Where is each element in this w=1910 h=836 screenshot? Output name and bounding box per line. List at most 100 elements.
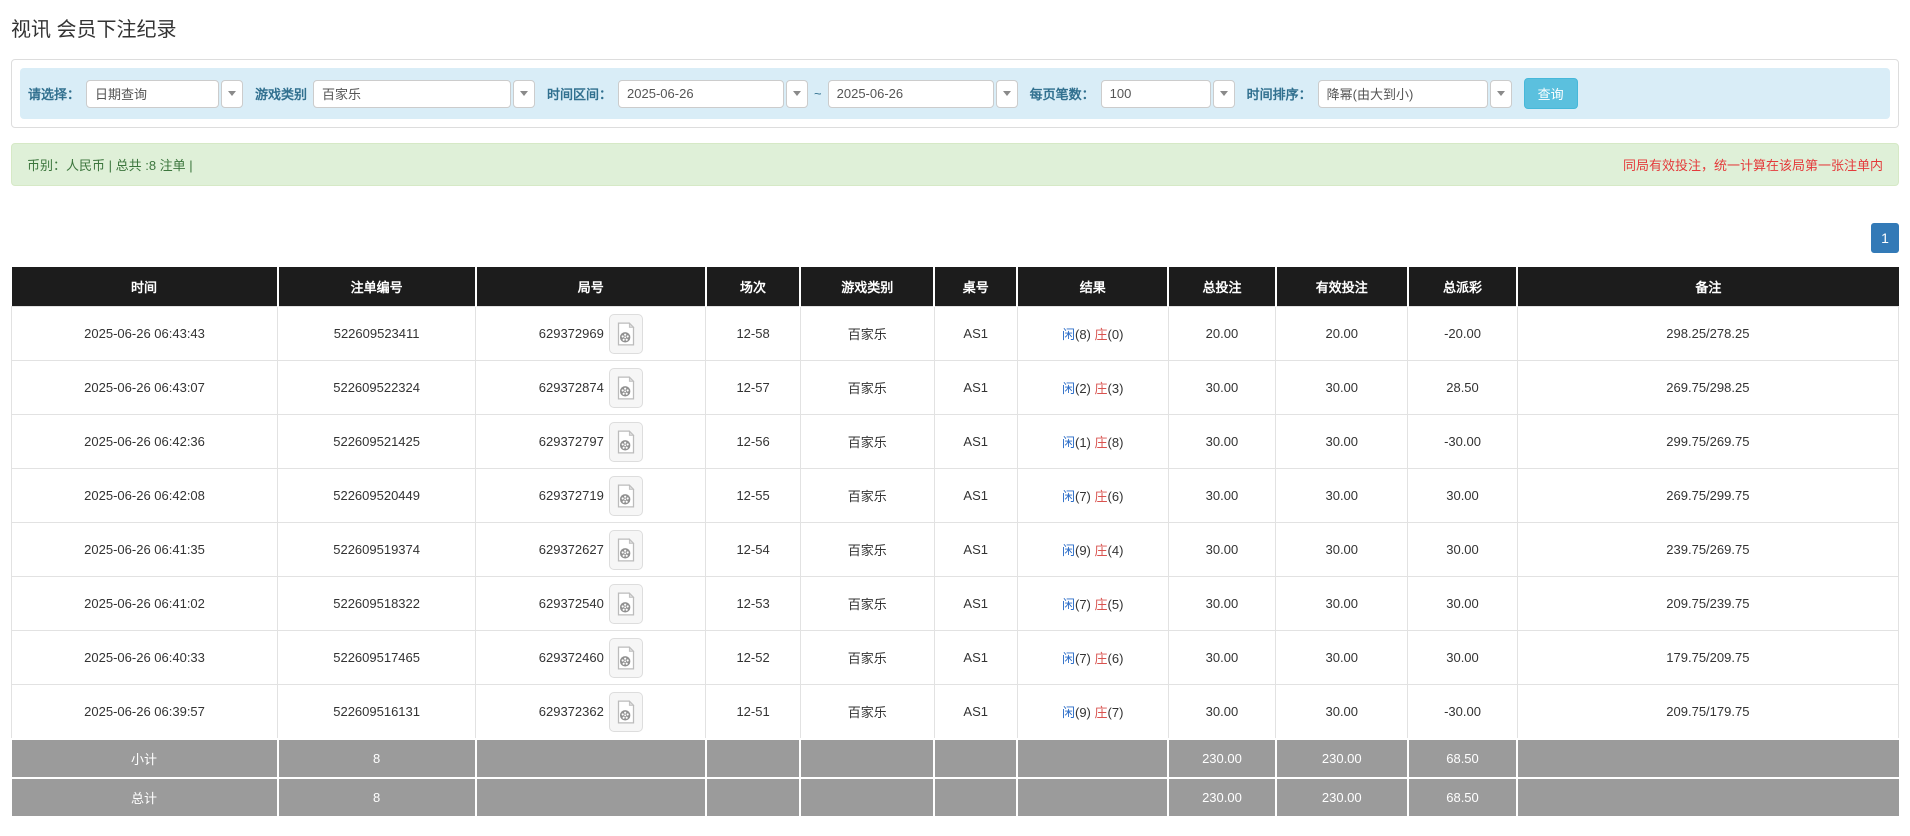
banker-result-label: 庄 [1094, 381, 1108, 396]
date-range-separator: ~ [814, 86, 822, 101]
query-type-select[interactable] [86, 79, 244, 108]
chevron-down-icon [1219, 91, 1228, 96]
chevron-down-icon [1496, 91, 1505, 96]
cell-bet-id: 522609522324 [277, 360, 477, 415]
player-result-value: (9) [1074, 705, 1091, 720]
cell-game-type: 百家乐 [799, 306, 935, 361]
chevron-down-icon [793, 91, 802, 96]
cell-total-bet[interactable]: 30.00 [1167, 630, 1277, 685]
date-to-caret-button[interactable] [995, 79, 1018, 108]
cell-bet-id: 522609516131 [277, 684, 477, 740]
query-type-input[interactable] [86, 79, 220, 108]
cell-time: 2025-06-26 06:39:57 [10, 684, 279, 740]
banker-result-value: (6) [1107, 489, 1124, 504]
table-row: 2025-06-26 06:41:02 522609518322 6293725… [10, 576, 1900, 631]
video-file-icon [617, 429, 635, 453]
cell-game-type: 百家乐 [799, 414, 935, 469]
date-from-caret-button[interactable] [786, 79, 809, 108]
cell-total-bet[interactable]: 30.00 [1167, 522, 1277, 577]
date-from-select[interactable] [618, 79, 809, 108]
cell-result: 闲(7) 庄(6) [1016, 630, 1169, 685]
video-replay-button[interactable] [608, 475, 643, 516]
subtotal-valid-bet: 230.00 [1274, 738, 1409, 779]
cell-session: 12-51 [705, 684, 801, 740]
banker-result-label: 庄 [1094, 651, 1108, 666]
video-file-icon [617, 591, 635, 615]
player-result-value: (2) [1074, 381, 1091, 396]
round-id-text: 629372797 [538, 434, 604, 449]
video-replay-button[interactable] [608, 637, 643, 678]
cell-total-bet[interactable]: 30.00 [1167, 414, 1277, 469]
banker-result-value: (0) [1107, 327, 1124, 342]
cell-total-payout: -30.00 [1407, 684, 1518, 740]
cell-table-no: AS1 [933, 360, 1018, 415]
player-result-value: (7) [1074, 489, 1091, 504]
video-file-icon [617, 699, 635, 723]
grand-total-label: 总计 [11, 777, 279, 818]
grand-total-count: 8 [276, 777, 477, 818]
cell-time: 2025-06-26 06:43:43 [10, 306, 279, 361]
player-result-value: (8) [1074, 327, 1091, 342]
game-type-caret-button[interactable] [513, 79, 536, 108]
video-replay-button[interactable] [608, 691, 643, 732]
video-file-icon [617, 321, 635, 345]
subtotal-row: 小计 8 230.00 230.00 68.50 [11, 738, 1899, 779]
pagination-page-1-button[interactable]: 1 [1871, 223, 1899, 253]
cell-total-payout: 30.00 [1407, 522, 1518, 577]
cell-round-id: 629372719 [475, 468, 707, 523]
video-replay-button[interactable] [608, 313, 643, 354]
table-row: 2025-06-26 06:39:57 522609516131 6293723… [10, 684, 1900, 740]
banker-result-value: (8) [1107, 435, 1124, 450]
cell-time: 2025-06-26 06:43:07 [10, 360, 279, 415]
grand-total-total-bet: 230.00 [1167, 777, 1277, 818]
page-size-input[interactable] [1100, 79, 1211, 108]
query-type-label: 请选择： [28, 87, 81, 102]
banker-result-label: 庄 [1094, 327, 1108, 342]
player-result-label: 闲 [1061, 705, 1075, 720]
cell-table-no: AS1 [933, 630, 1018, 685]
currency-summary-bar: 币别：人民币 | 总共 :8 注单 | 同局有效投注，统一计算在该局第一张注单内 [11, 143, 1899, 186]
page-size-caret-button[interactable] [1212, 79, 1235, 108]
video-replay-button[interactable] [608, 421, 643, 462]
round-id-text: 629372540 [538, 596, 604, 611]
cell-bet-id: 522609518322 [277, 576, 477, 631]
subtotal-label: 小计 [11, 738, 279, 779]
cell-time: 2025-06-26 06:40:33 [10, 630, 279, 685]
time-sort-input[interactable] [1317, 79, 1488, 108]
time-sort-select[interactable] [1317, 79, 1512, 108]
cell-table-no: AS1 [933, 576, 1018, 631]
time-sort-caret-button[interactable] [1489, 79, 1512, 108]
game-type-select[interactable] [313, 79, 536, 108]
round-id-text: 629372969 [538, 326, 604, 341]
cell-total-bet[interactable]: 20.00 [1167, 306, 1277, 361]
cell-result: 闲(8) 庄(0) [1016, 306, 1169, 361]
game-type-input[interactable] [313, 79, 512, 108]
round-id-text: 629372460 [538, 650, 604, 665]
search-button[interactable]: 查询 [1523, 78, 1578, 109]
table-row: 2025-06-26 06:40:33 522609517465 6293724… [10, 630, 1900, 685]
page-size-select[interactable] [1100, 79, 1235, 108]
grand-total-row: 总计 8 230.00 230.00 68.50 [11, 777, 1899, 818]
video-replay-button[interactable] [608, 367, 643, 408]
query-type-caret-button[interactable] [221, 79, 244, 108]
date-to-input[interactable] [827, 79, 994, 108]
cell-total-bet[interactable]: 30.00 [1167, 576, 1277, 631]
cell-valid-bet: 30.00 [1275, 360, 1409, 415]
cell-total-bet[interactable]: 30.00 [1167, 684, 1277, 740]
cell-time: 2025-06-26 06:42:36 [10, 414, 279, 469]
player-result-value: (9) [1074, 543, 1091, 558]
cell-total-bet[interactable]: 30.00 [1167, 468, 1277, 523]
video-replay-button[interactable] [608, 583, 643, 624]
video-replay-button[interactable] [608, 529, 643, 570]
subtotal-count: 8 [276, 738, 477, 779]
cell-total-bet[interactable]: 30.00 [1167, 360, 1277, 415]
header-remark: 备注 [1516, 267, 1899, 307]
cell-remark: 269.75/299.75 [1516, 468, 1900, 523]
table-header-row: 时间 注单编号 局号 场次 游戏类别 桌号 结果 总投注 有效投注 总派彩 备注 [11, 267, 1899, 307]
date-to-select[interactable] [827, 79, 1018, 108]
date-from-input[interactable] [618, 79, 785, 108]
cell-session: 12-58 [705, 306, 801, 361]
banker-result-label: 庄 [1094, 489, 1108, 504]
cell-round-id: 629372362 [475, 684, 707, 740]
cell-remark: 239.75/269.75 [1516, 522, 1900, 577]
